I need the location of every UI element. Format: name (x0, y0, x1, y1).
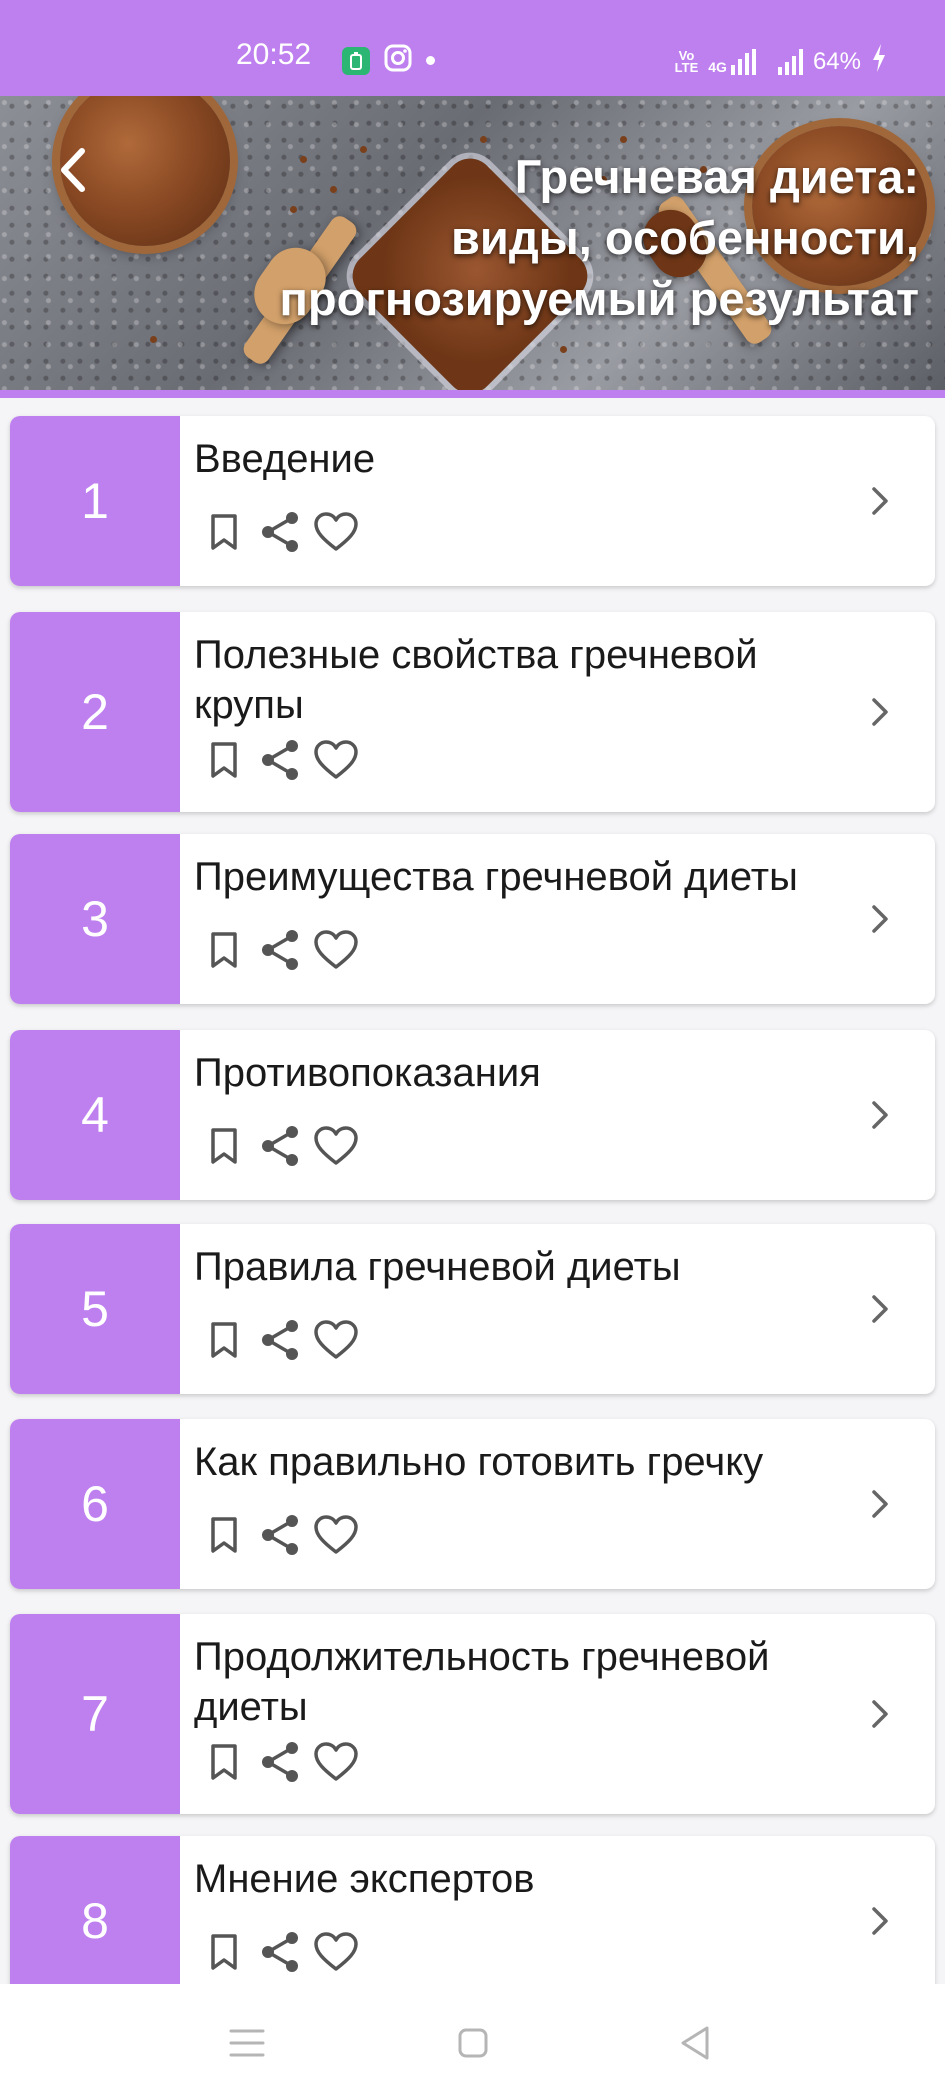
chevron-right-icon[interactable] (865, 1694, 895, 1734)
chapter-actions (200, 1928, 360, 1976)
chapter-card[interactable]: 2 Полезные свойства гречневой крупы (10, 612, 935, 812)
chapter-number: 5 (10, 1224, 180, 1394)
status-time: 20:52 (236, 38, 312, 71)
chapter-title: Как правильно готовить гречку (194, 1440, 764, 1484)
chapter-card[interactable]: 3 Преимущества гречневой диеты (10, 834, 935, 1004)
status-bar: 20:52 Vo LTE 4G 64% (0, 0, 945, 96)
instagram-icon (384, 44, 412, 77)
chapter-number: 1 (10, 416, 180, 586)
header-divider (0, 390, 945, 398)
volte-icon: Vo LTE (674, 47, 699, 75)
chapter-card[interactable]: 7 Продолжительность гречневой диеты (10, 1614, 935, 1814)
chapter-actions (200, 1511, 360, 1559)
chapter-title: Полезные свойства гречневой крупы (194, 633, 758, 727)
heart-icon[interactable] (312, 1738, 360, 1786)
chapter-title: Продолжительность гречневой диеты (194, 1635, 770, 1729)
share-icon[interactable] (256, 736, 304, 784)
battery-saver-icon (342, 46, 370, 75)
chapter-title: Правила гречневой диеты (194, 1245, 681, 1289)
heart-icon[interactable] (312, 1928, 360, 1976)
status-right: Vo LTE 4G 64% (675, 44, 887, 79)
chapter-number: 2 (10, 612, 180, 812)
share-icon[interactable] (256, 1511, 304, 1559)
heart-icon[interactable] (312, 1511, 360, 1559)
home-icon[interactable] (448, 2018, 498, 2068)
chevron-right-icon[interactable] (865, 1095, 895, 1135)
chevron-left-icon (61, 148, 85, 192)
heart-icon[interactable] (312, 736, 360, 784)
bookmark-icon[interactable] (200, 1316, 248, 1364)
chapter-number: 3 (10, 834, 180, 1004)
charging-icon (871, 44, 887, 79)
menu-icon[interactable] (222, 2018, 272, 2068)
chapter-actions (200, 926, 360, 974)
bookmark-icon[interactable] (200, 1738, 248, 1786)
page-title: Гречневая диета: виды, особенности, прог… (279, 150, 919, 325)
bookmark-icon[interactable] (200, 736, 248, 784)
chapter-title: Мнение экспертов (194, 1857, 535, 1901)
chevron-right-icon[interactable] (865, 899, 895, 939)
chapter-actions (200, 736, 360, 784)
chapter-card[interactable]: 8 Мнение экспертов (10, 1836, 935, 2006)
chevron-right-icon[interactable] (865, 481, 895, 521)
share-icon[interactable] (256, 1316, 304, 1364)
heart-icon[interactable] (312, 1122, 360, 1170)
share-icon[interactable] (256, 926, 304, 974)
bookmark-icon[interactable] (200, 1511, 248, 1559)
chevron-right-icon[interactable] (865, 1484, 895, 1524)
chapter-card[interactable]: 1 Введение (10, 416, 935, 586)
chevron-right-icon[interactable] (865, 692, 895, 732)
share-icon[interactable] (256, 508, 304, 556)
bookmark-icon[interactable] (200, 508, 248, 556)
system-nav-bar (0, 1984, 945, 2100)
chapter-actions (200, 1122, 360, 1170)
network-type-label: 4G (708, 58, 727, 75)
signal-icon (777, 48, 803, 75)
bookmark-icon[interactable] (200, 1122, 248, 1170)
chapter-card[interactable]: 5 Правила гречневой диеты (10, 1224, 935, 1394)
chapter-number: 7 (10, 1614, 180, 1814)
chapter-number: 4 (10, 1030, 180, 1200)
chapter-actions (200, 508, 360, 556)
notification-icons (342, 44, 435, 77)
chapter-card[interactable]: 6 Как правильно готовить гречку (10, 1419, 935, 1589)
signal-4g-icon: 4G (708, 48, 756, 75)
chapter-card[interactable]: 4 Противопоказания (10, 1030, 935, 1200)
chevron-right-icon[interactable] (865, 1289, 895, 1329)
share-icon[interactable] (256, 1122, 304, 1170)
share-icon[interactable] (256, 1738, 304, 1786)
heart-icon[interactable] (312, 1316, 360, 1364)
bookmark-icon[interactable] (200, 1928, 248, 1976)
heart-icon[interactable] (312, 508, 360, 556)
share-icon[interactable] (256, 1928, 304, 1976)
chapter-actions (200, 1316, 360, 1364)
chapter-title: Введение (194, 437, 376, 481)
chapter-actions (200, 1738, 360, 1786)
bookmark-icon[interactable] (200, 926, 248, 974)
chapter-title: Преимущества гречневой диеты (194, 855, 798, 899)
back-icon[interactable] (670, 2018, 720, 2068)
chevron-right-icon[interactable] (865, 1901, 895, 1941)
more-notifications-dot (426, 56, 435, 65)
back-button[interactable] (52, 140, 92, 200)
header-banner: Гречневая диета: виды, особенности, прог… (0, 96, 945, 396)
chapter-title: Противопоказания (194, 1051, 541, 1095)
chapter-number: 8 (10, 1836, 180, 2006)
chapter-number: 6 (10, 1419, 180, 1589)
battery-percent: 64% (812, 47, 861, 75)
heart-icon[interactable] (312, 926, 360, 974)
